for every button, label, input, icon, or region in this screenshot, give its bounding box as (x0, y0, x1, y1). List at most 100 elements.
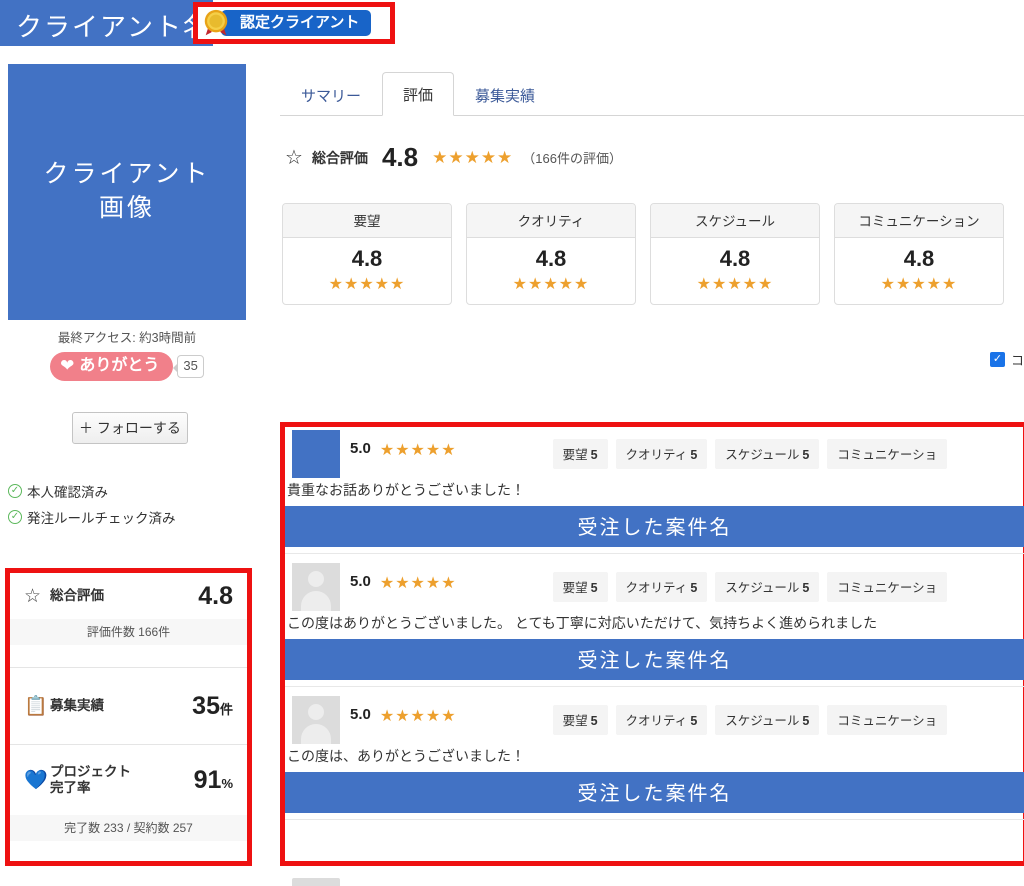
client-image-line2: 画像 (98, 194, 155, 222)
verification-order-rule: ✓ 発注ルールチェック済み (8, 507, 176, 527)
review-project-name[interactable]: 受注した案件名 (285, 506, 1024, 547)
rating-card-list: 要望 4.8 ★★★★★ クオリティ 4.8 ★★★★★ スケジュール 4.8 … (282, 203, 1004, 305)
handshake-icon: 💙 (24, 770, 48, 791)
rating-card-score: 4.8 (535, 246, 567, 271)
review-list: 5.0 ★★★★★ 要望 5 クオリティ 5 スケジュール 5 コミュニケーショ 貴重… (285, 427, 1024, 826)
review-chip-schedule: スケジュール 5 (715, 705, 820, 735)
review-score: 5.0 (350, 573, 371, 590)
rating-card-title: 要望 (283, 204, 451, 238)
review-score: 5.0 (350, 440, 371, 457)
stats-highlight-box: ☆ 総合評価 4.8 評価件数 166件 📋 募集実績 35件 💙 プロジェクト… (5, 568, 252, 866)
review-chip-list: 要望 5 クオリティ 5 スケジュール 5 コミュニケーショ (552, 572, 948, 602)
client-image-placeholder: クライアント 画像 (8, 64, 246, 320)
tab-job-history[interactable]: 募集実績 (454, 73, 556, 116)
overall-rating-label: 総合評価 (311, 149, 368, 166)
review-header: 5.0 ★★★★★ 要望 5 クオリティ 5 スケジュール 5 コミュニケーショ (285, 427, 1024, 478)
overall-rating-count: （166件の評価） (522, 151, 622, 166)
stat-completion-label-line2: 完了率 (50, 780, 91, 795)
review-item: 5.0 ★★★★★ 要望 5 クオリティ 5 スケジュール 5 コミュニケーショ この… (285, 693, 1024, 820)
review-chip-schedule: スケジュール 5 (715, 439, 820, 469)
stat-project-count-value: 35件 (192, 691, 233, 720)
review-header: 5.0 ★★★★★ 要望 5 クオリティ 5 スケジュール 5 コミュニケーショ (285, 693, 1024, 744)
review-chip-communication: コミュニケーショ (827, 439, 948, 469)
page-title: クライアント名 (16, 12, 211, 42)
follow-button[interactable]: ＋ フォローする (72, 412, 188, 444)
gold-medal-icon (204, 9, 228, 36)
thanks-button[interactable]: ❤ ありがとう (50, 352, 174, 381)
review-stars: ★★★★★ (379, 575, 457, 592)
review-stars: ★★★★★ (379, 708, 457, 725)
stat-project-count-unit: 件 (219, 701, 233, 717)
review-stars: ★★★★★ (379, 442, 457, 459)
tab-reviews[interactable]: 評価 (382, 72, 455, 116)
stat-project-count-label: 募集実績 (50, 698, 104, 714)
stat-completion-rate-label: プロジェクト 完了率 (50, 764, 131, 795)
review-chip-list: 要望 5 クオリティ 5 スケジュール 5 コミュニケーショ (552, 705, 948, 735)
rating-card-stars: ★★★★★ (696, 276, 774, 293)
review-filter-label: コ (1010, 353, 1024, 368)
review-chip-communication: コミュニケーショ (827, 705, 948, 735)
avatar (292, 878, 340, 886)
client-profile-page: クライアント名 認定クライアント クライアント 画像 最終アクセス: 約3時間前… (0, 0, 1024, 886)
stat-completion-sub: 完了数 233 / 契約数 257 (10, 815, 247, 841)
overall-rating-score: 4.8 (381, 142, 419, 172)
review-comment: この度はありがとうございました。 とても丁寧に対応いただけて、気持ちよく進められ… (287, 615, 878, 631)
review-chip-request: 要望 5 (552, 705, 608, 735)
avatar (292, 563, 340, 611)
thanks-label: ありがとう (79, 357, 160, 374)
review-project-name[interactable]: 受注した案件名 (285, 639, 1024, 680)
review-chip-quality: クオリティ 5 (615, 572, 708, 602)
clipboard-icon: 📋 (24, 696, 48, 717)
heart-icon: ❤ (60, 356, 75, 375)
stat-completion-rate: 💙 プロジェクト 完了率 91% (10, 745, 247, 815)
rating-card-score: 4.8 (719, 246, 751, 271)
rating-card-stars: ★★★★★ (512, 276, 590, 293)
star-outline-icon: ☆ (24, 585, 42, 607)
review-filter-checkbox[interactable]: ✓ (989, 352, 1005, 367)
review-chip-quality: クオリティ 5 (615, 705, 708, 735)
verification-identity-label: 本人確認済み (27, 485, 108, 500)
check-circle-icon: ✓ (8, 510, 22, 524)
review-chip-request: 要望 5 (552, 439, 608, 469)
tab-bar: サマリー 評価 募集実績 (280, 70, 1024, 116)
review-score: 5.0 (350, 706, 371, 723)
stat-overall-rating: ☆ 総合評価 4.8 (10, 573, 247, 619)
overall-rating-row: ☆ 総合評価 4.8 ★★★★★ （166件の評価） (285, 142, 622, 173)
avatar (292, 696, 340, 744)
stat-overall-sub: 評価件数 166件 (10, 619, 247, 645)
verification-order-rule-label: 発注ルールチェック済み (27, 511, 176, 526)
client-image-line1: クライアント (43, 160, 211, 189)
rating-card-stars: ★★★★★ (880, 276, 958, 293)
stat-project-count: 📋 募集実績 35件 (10, 668, 247, 744)
certified-client-badge[interactable]: 認定クライアント (201, 9, 372, 37)
avatar (292, 430, 340, 478)
verification-identity: ✓ 本人確認済み (8, 481, 108, 501)
rating-card-title: スケジュール (651, 204, 819, 238)
review-comment: この度は、ありがとうございました！ (287, 748, 525, 764)
review-chip-schedule: スケジュール 5 (715, 572, 820, 602)
rating-card-schedule: スケジュール 4.8 ★★★★★ (650, 203, 820, 305)
stat-overall-label: 総合評価 (50, 588, 104, 604)
review-chip-quality: クオリティ 5 (615, 439, 708, 469)
rating-card-score: 4.8 (351, 246, 383, 271)
review-filter-row: ✓ コ (724, 350, 1024, 369)
review-item: 5.0 ★★★★★ 要望 5 クオリティ 5 スケジュール 5 コミュニケーショ この… (285, 560, 1024, 687)
stat-overall-value: 4.8 (198, 581, 233, 610)
thanks-row: ❤ ありがとう 35 (8, 352, 246, 381)
stat-completion-unit: % (221, 775, 233, 791)
stats-panel: ☆ 総合評価 4.8 評価件数 166件 📋 募集実績 35件 💙 プロジェクト… (10, 573, 247, 861)
star-outline-icon: ☆ (285, 147, 303, 169)
review-item: 5.0 ★★★★★ 要望 5 クオリティ 5 スケジュール 5 コミュニケーショ 貴重… (285, 427, 1024, 554)
stat-completion-rate-value: 91% (193, 765, 233, 794)
tab-summary[interactable]: サマリー (280, 73, 382, 116)
overall-rating-stars: ★★★★★ (432, 147, 514, 167)
review-chip-communication: コミュニケーショ (827, 572, 948, 602)
review-chip-list: 要望 5 クオリティ 5 スケジュール 5 コミュニケーショ (552, 439, 948, 469)
rating-card-title: コミュニケーション (835, 204, 1003, 238)
stat-completion-label-line1: プロジェクト (50, 764, 131, 780)
check-circle-icon: ✓ (8, 484, 22, 498)
stats-spacer (10, 645, 247, 667)
review-project-name[interactable]: 受注した案件名 (285, 772, 1024, 813)
review-comment: 貴重なお話ありがとうございました！ (287, 482, 525, 498)
rating-card-quality: クオリティ 4.8 ★★★★★ (466, 203, 636, 305)
